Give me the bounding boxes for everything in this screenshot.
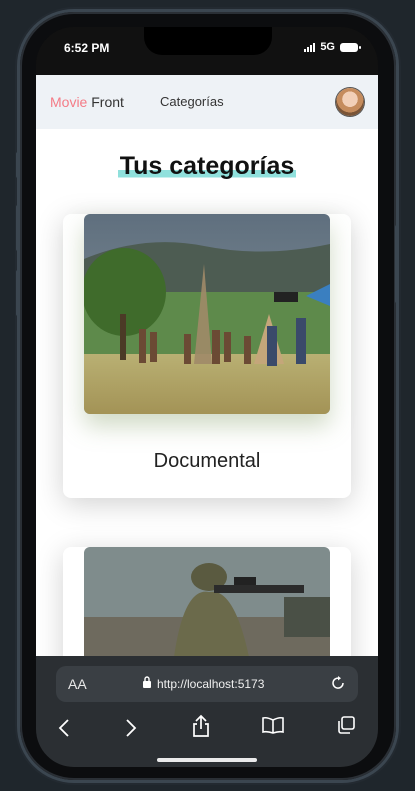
page-title: Tus categorías: [117, 152, 297, 181]
home-indicator: [157, 758, 257, 762]
user-avatar[interactable]: [336, 88, 364, 116]
nav-link-categories[interactable]: Categorías: [160, 94, 224, 109]
brand-rest: Front: [87, 94, 124, 110]
network-label: 5G: [320, 41, 335, 53]
power-button: [395, 225, 399, 303]
phone-screen: 6:52 PM 5G Movie Front Categorías Tus ca…: [36, 27, 378, 767]
url-text: http://localhost:5173: [157, 677, 265, 691]
reload-icon[interactable]: [330, 675, 346, 691]
bookmarks-icon[interactable]: [261, 716, 285, 734]
forward-icon[interactable]: [125, 718, 137, 738]
address-bar[interactable]: AA http://localhost:5173: [56, 666, 358, 702]
documentary-image: [84, 214, 330, 414]
brand-accent: Movie: [50, 94, 88, 110]
status-indicators: 5G: [304, 41, 361, 53]
category-card[interactable]: [63, 547, 351, 656]
share-icon[interactable]: [191, 714, 211, 738]
category-card-label: Documental: [153, 450, 261, 472]
volume-down-button: [16, 270, 20, 316]
category-card[interactable]: Documental: [63, 214, 351, 498]
signal-icon: [304, 42, 316, 52]
notch: [144, 27, 272, 55]
lock-icon: [143, 676, 151, 688]
status-bar: 6:52 PM 5G: [36, 27, 378, 75]
text-size-button[interactable]: AA: [68, 676, 87, 692]
safari-bottom-bar: AA http://localhost:5173: [36, 656, 378, 767]
browser-toolbar: [36, 710, 378, 750]
status-time: 6:52 PM: [64, 41, 110, 55]
top-navbar: Movie Front Categorías: [36, 75, 378, 129]
tabs-icon[interactable]: [336, 715, 356, 735]
brand-logo-link[interactable]: Movie Front: [50, 94, 124, 110]
web-content: Movie Front Categorías Tus categorías Do…: [36, 75, 378, 656]
mute-switch: [16, 152, 20, 178]
page-title-wrap: Tus categorías: [36, 152, 378, 181]
soldier-image: [84, 547, 330, 656]
back-icon[interactable]: [58, 718, 70, 738]
battery-icon: [340, 42, 361, 52]
volume-up-button: [16, 205, 20, 251]
